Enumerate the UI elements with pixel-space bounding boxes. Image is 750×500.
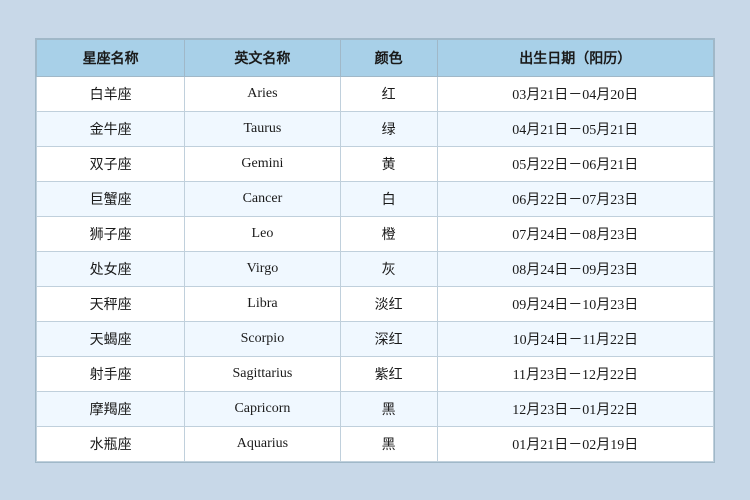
cell-r8-c2: 紫红 (340, 356, 437, 391)
table-row: 双子座Gemini黄05月22日－06月21日 (37, 146, 714, 181)
cell-r0-c1: Aries (185, 76, 340, 111)
cell-r7-c3: 10月24日－11月22日 (437, 321, 713, 356)
col-header-birthdate: 出生日期（阳历） (437, 39, 713, 76)
col-header-chinese-name: 星座名称 (37, 39, 185, 76)
cell-r9-c3: 12月23日－01月22日 (437, 391, 713, 426)
table-header-row: 星座名称 英文名称 颜色 出生日期（阳历） (37, 39, 714, 76)
table-row: 水瓶座Aquarius黑01月21日－02月19日 (37, 426, 714, 461)
cell-r5-c0: 处女座 (37, 251, 185, 286)
cell-r0-c0: 白羊座 (37, 76, 185, 111)
cell-r4-c1: Leo (185, 216, 340, 251)
cell-r4-c2: 橙 (340, 216, 437, 251)
cell-r0-c2: 红 (340, 76, 437, 111)
cell-r2-c3: 05月22日－06月21日 (437, 146, 713, 181)
cell-r5-c2: 灰 (340, 251, 437, 286)
cell-r1-c2: 绿 (340, 111, 437, 146)
table-row: 狮子座Leo橙07月24日－08月23日 (37, 216, 714, 251)
table-row: 天蝎座Scorpio深红10月24日－11月22日 (37, 321, 714, 356)
cell-r4-c3: 07月24日－08月23日 (437, 216, 713, 251)
cell-r8-c3: 11月23日－12月22日 (437, 356, 713, 391)
cell-r1-c3: 04月21日－05月21日 (437, 111, 713, 146)
zodiac-table-container: 星座名称 英文名称 颜色 出生日期（阳历） 白羊座Aries红03月21日－04… (35, 38, 715, 463)
table-row: 巨蟹座Cancer白06月22日－07月23日 (37, 181, 714, 216)
cell-r9-c1: Capricorn (185, 391, 340, 426)
cell-r7-c1: Scorpio (185, 321, 340, 356)
cell-r3-c2: 白 (340, 181, 437, 216)
cell-r2-c1: Gemini (185, 146, 340, 181)
cell-r3-c1: Cancer (185, 181, 340, 216)
table-row: 白羊座Aries红03月21日－04月20日 (37, 76, 714, 111)
cell-r8-c1: Sagittarius (185, 356, 340, 391)
cell-r10-c3: 01月21日－02月19日 (437, 426, 713, 461)
cell-r8-c0: 射手座 (37, 356, 185, 391)
cell-r10-c0: 水瓶座 (37, 426, 185, 461)
cell-r1-c0: 金牛座 (37, 111, 185, 146)
cell-r6-c3: 09月24日－10月23日 (437, 286, 713, 321)
zodiac-table: 星座名称 英文名称 颜色 出生日期（阳历） 白羊座Aries红03月21日－04… (36, 39, 714, 462)
cell-r2-c2: 黄 (340, 146, 437, 181)
cell-r0-c3: 03月21日－04月20日 (437, 76, 713, 111)
col-header-english-name: 英文名称 (185, 39, 340, 76)
cell-r7-c2: 深红 (340, 321, 437, 356)
cell-r9-c2: 黑 (340, 391, 437, 426)
table-row: 摩羯座Capricorn黑12月23日－01月22日 (37, 391, 714, 426)
cell-r5-c1: Virgo (185, 251, 340, 286)
col-header-color: 颜色 (340, 39, 437, 76)
table-row: 天秤座Libra淡红09月24日－10月23日 (37, 286, 714, 321)
cell-r2-c0: 双子座 (37, 146, 185, 181)
cell-r1-c1: Taurus (185, 111, 340, 146)
cell-r6-c0: 天秤座 (37, 286, 185, 321)
cell-r6-c1: Libra (185, 286, 340, 321)
cell-r10-c2: 黑 (340, 426, 437, 461)
cell-r3-c3: 06月22日－07月23日 (437, 181, 713, 216)
cell-r4-c0: 狮子座 (37, 216, 185, 251)
cell-r5-c3: 08月24日－09月23日 (437, 251, 713, 286)
cell-r3-c0: 巨蟹座 (37, 181, 185, 216)
cell-r9-c0: 摩羯座 (37, 391, 185, 426)
cell-r7-c0: 天蝎座 (37, 321, 185, 356)
table-row: 射手座Sagittarius紫红11月23日－12月22日 (37, 356, 714, 391)
cell-r6-c2: 淡红 (340, 286, 437, 321)
cell-r10-c1: Aquarius (185, 426, 340, 461)
table-row: 金牛座Taurus绿04月21日－05月21日 (37, 111, 714, 146)
table-row: 处女座Virgo灰08月24日－09月23日 (37, 251, 714, 286)
